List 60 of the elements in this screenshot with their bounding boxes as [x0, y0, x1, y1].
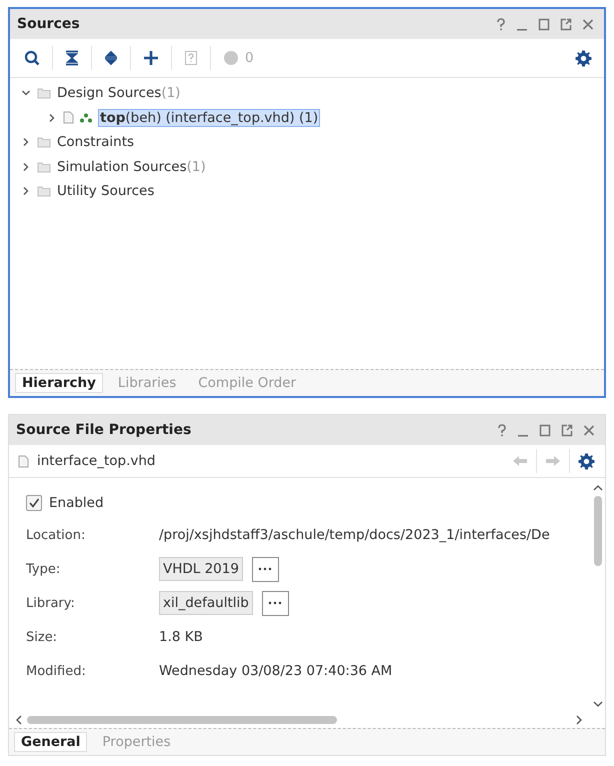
- field-label: Location:: [26, 528, 86, 542]
- close-icon[interactable]: [582, 18, 594, 30]
- file-name: interface_top.vhd: [37, 453, 156, 469]
- panel-title: Source File Properties: [16, 422, 192, 438]
- field-label: Modified:: [26, 664, 87, 678]
- folder-icon: [37, 160, 51, 173]
- field-value: Wednesday 03/08/23 07:40:36 AM: [159, 663, 392, 679]
- scrollbar-thumb[interactable]: [594, 496, 602, 566]
- checkbox-label: Enabled: [49, 495, 104, 511]
- field-label: Library:: [26, 596, 76, 610]
- float-icon[interactable]: [560, 18, 572, 30]
- scroll-up-icon[interactable]: [593, 484, 603, 492]
- chevron-icon[interactable]: [21, 186, 31, 196]
- panel-title: Sources: [17, 16, 80, 32]
- tab[interactable]: General: [14, 732, 88, 752]
- folder-icon: [37, 185, 51, 198]
- tree-item[interactable]: top(beh) (interface_top.vhd) (1): [98, 108, 320, 127]
- scroll-left-icon[interactable]: [15, 715, 23, 725]
- ellipsis-icon: [268, 601, 282, 605]
- field-value: 1.8 KB: [159, 629, 203, 645]
- hierarchy-icon: [80, 112, 92, 123]
- chevron-icon[interactable]: [21, 162, 31, 172]
- checkbox[interactable]: [26, 495, 42, 511]
- browse-button[interactable]: [262, 590, 289, 616]
- field-label: Type:: [26, 562, 62, 576]
- file-icon: [18, 454, 29, 468]
- tree-item[interactable]: Design Sources(1): [57, 85, 180, 102]
- scrollbar-thumb[interactable]: [27, 716, 338, 724]
- float-icon[interactable]: [561, 424, 573, 436]
- tree-item[interactable]: Simulation Sources(1): [57, 158, 206, 175]
- tab[interactable]: Hierarchy: [15, 373, 103, 393]
- add-icon[interactable]: [143, 50, 159, 66]
- search-icon[interactable]: [24, 50, 40, 66]
- expand-all-icon[interactable]: [104, 50, 118, 66]
- file-icon: [63, 111, 74, 124]
- maximize-icon[interactable]: [539, 424, 551, 436]
- help-icon[interactable]: [496, 18, 506, 30]
- settings-icon[interactable]: [575, 50, 592, 66]
- field-label: Size:: [26, 630, 58, 644]
- document-help-icon[interactable]: [184, 50, 198, 66]
- tree-item[interactable]: Utility Sources: [57, 183, 154, 200]
- scroll-down-icon[interactable]: [593, 700, 603, 708]
- chevron-icon[interactable]: [47, 112, 57, 123]
- scroll-right-icon[interactable]: [575, 715, 583, 725]
- close-icon[interactable]: [583, 424, 595, 436]
- help-icon[interactable]: [497, 424, 507, 436]
- tree-item[interactable]: Constraints: [57, 134, 134, 150]
- folder-icon: [37, 136, 51, 148]
- value-field[interactable]: VHDL 2019: [159, 557, 243, 581]
- settings-icon[interactable]: [578, 452, 595, 470]
- value-field[interactable]: xil_defaultlib: [159, 591, 253, 615]
- maximize-icon[interactable]: [538, 18, 550, 30]
- browse-button[interactable]: [252, 556, 279, 582]
- status-dot-icon: [223, 50, 239, 66]
- field-value: /proj/xsjhdstaff3/aschule/temp/docs/2023_1/interfaces/De: [159, 527, 550, 543]
- message-count: 0: [245, 50, 254, 66]
- ellipsis-icon: [258, 567, 272, 571]
- chevron-icon[interactable]: [21, 137, 31, 148]
- folder-icon: [37, 87, 51, 100]
- collapse-all-icon[interactable]: [65, 50, 79, 66]
